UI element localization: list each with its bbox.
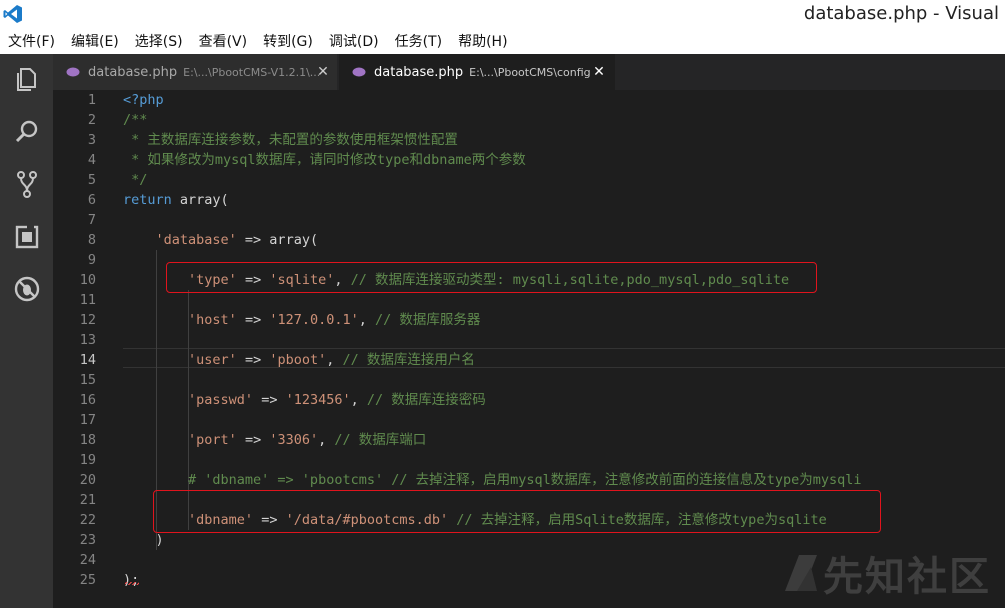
menu-tasks[interactable]: 任务(T) bbox=[387, 31, 450, 54]
line-number: 11 bbox=[79, 292, 96, 308]
code-line[interactable]: 3 * 主数据库连接参数，未配置的参数使用框架惯性配置 bbox=[53, 130, 1005, 150]
code-line[interactable]: 20 # 'dbname' => 'pbootcms' // 去掉注释，启用my… bbox=[53, 470, 1005, 490]
menu-debug[interactable]: 调试(D) bbox=[321, 31, 387, 54]
line-number: 24 bbox=[79, 552, 96, 568]
code-line[interactable]: 7 bbox=[53, 210, 1005, 230]
code-line[interactable]: 13 bbox=[53, 330, 1005, 350]
code-text: 'database' => array( bbox=[155, 232, 319, 248]
explorer-icon[interactable] bbox=[12, 64, 42, 94]
line-number: 23 bbox=[79, 532, 96, 548]
code-line[interactable]: 17 bbox=[53, 410, 1005, 430]
window-title: database.php - Visual bbox=[803, 3, 999, 24]
code-line[interactable]: 15 bbox=[53, 370, 1005, 390]
code-line[interactable]: 14 'user' => 'pboot', // 数据库连接用户名 bbox=[53, 350, 1005, 370]
code-text: * 主数据库连接参数，未配置的参数使用框架惯性配置 bbox=[123, 132, 458, 148]
php-file-icon bbox=[352, 67, 366, 77]
line-number: 21 bbox=[79, 492, 96, 508]
menu-view[interactable]: 查看(V) bbox=[191, 31, 256, 54]
code-text: # 'dbname' => 'pbootcms' // 去掉注释，启用mysql… bbox=[123, 472, 862, 488]
close-icon[interactable]: ✕ bbox=[315, 63, 331, 81]
code-line[interactable]: 5 */ bbox=[53, 170, 1005, 190]
code-text: 'host' => '127.0.0.1', // 数据库服务器 bbox=[188, 312, 481, 328]
line-number: 3 bbox=[87, 132, 96, 148]
watermark: 先知社区 bbox=[779, 544, 991, 602]
line-number: 5 bbox=[87, 172, 96, 188]
highlight-box-type bbox=[166, 262, 817, 293]
menu-go[interactable]: 转到(G) bbox=[255, 31, 321, 54]
line-number: 14 bbox=[79, 352, 96, 368]
line-number: 13 bbox=[79, 332, 96, 348]
tab-filename: database.php bbox=[374, 64, 464, 80]
code-text: */ bbox=[123, 172, 148, 188]
code-line[interactable]: 11 bbox=[53, 290, 1005, 310]
line-number: 9 bbox=[87, 252, 96, 268]
line-number: 8 bbox=[87, 232, 96, 248]
code-text: 'port' => '3306', // 数据库端口 bbox=[188, 432, 427, 448]
source-control-icon[interactable] bbox=[12, 169, 42, 199]
line-number: 19 bbox=[79, 452, 96, 468]
code-text: /** bbox=[123, 112, 148, 128]
code-line[interactable]: 4 * 如果修改为mysql数据库，请同时修改type和dbname两个参数 bbox=[53, 150, 1005, 170]
code-line[interactable]: 2 /** bbox=[53, 110, 1005, 130]
search-icon[interactable] bbox=[12, 117, 42, 147]
tab-filename: database.php bbox=[88, 64, 178, 80]
tab-path: E:\...\PbootCMS-V1.2.1\... bbox=[183, 65, 321, 79]
line-number: 18 bbox=[79, 432, 96, 448]
line-number: 10 bbox=[79, 272, 96, 288]
line-number: 17 bbox=[79, 412, 96, 428]
line-number: 2 bbox=[87, 112, 96, 128]
tab-database-php-inactive[interactable]: database.php E:\...\PbootCMS-V1.2.1\... … bbox=[53, 54, 337, 90]
code-text: ); bbox=[123, 572, 140, 588]
code-line[interactable]: 8 'database' => array( bbox=[53, 230, 1005, 250]
menu-bar: 文件(F) 编辑(E) 选择(S) 查看(V) 转到(G) 调试(D) 任务(T… bbox=[0, 31, 1005, 54]
line-number: 6 bbox=[87, 192, 96, 208]
line-number: 12 bbox=[79, 312, 96, 328]
line-number: 1 bbox=[87, 92, 96, 108]
watermark-logo-icon bbox=[785, 555, 817, 591]
code-line[interactable]: 6 return array( bbox=[53, 190, 1005, 210]
activity-bar bbox=[0, 54, 53, 608]
code-line[interactable]: 1 <?php bbox=[53, 90, 1005, 110]
line-number: 22 bbox=[79, 512, 96, 528]
code-text: ) bbox=[123, 532, 164, 548]
line-number: 16 bbox=[79, 392, 96, 408]
watermark-text: 先知社区 bbox=[823, 554, 991, 600]
php-file-icon bbox=[66, 67, 80, 77]
code-text: 'user' => 'pboot', // 数据库连接用户名 bbox=[188, 352, 475, 368]
debug-icon[interactable] bbox=[12, 274, 42, 304]
tab-database-php-active[interactable]: database.php E:\...\PbootCMS\config ✕ bbox=[339, 54, 615, 90]
menu-selection[interactable]: 选择(S) bbox=[127, 31, 191, 54]
line-number: 15 bbox=[79, 372, 96, 388]
code-line[interactable]: 12 'host' => '127.0.0.1', // 数据库服务器 bbox=[53, 310, 1005, 330]
line-number: 7 bbox=[87, 212, 96, 228]
code-text: * 如果修改为mysql数据库，请同时修改type和dbname两个参数 bbox=[123, 152, 526, 168]
menu-edit[interactable]: 编辑(E) bbox=[63, 31, 127, 54]
highlight-box-dbname bbox=[153, 490, 881, 533]
tab-bar: database.php E:\...\PbootCMS-V1.2.1\... … bbox=[53, 54, 1005, 90]
title-bar: database.php - Visual bbox=[0, 0, 1005, 32]
error-squiggle bbox=[125, 582, 139, 585]
line-number: 25 bbox=[79, 572, 96, 588]
menu-help[interactable]: 帮助(H) bbox=[450, 31, 515, 54]
code-line[interactable]: 16 'passwd' => '123456', // 数据库连接密码 bbox=[53, 390, 1005, 410]
close-icon[interactable]: ✕ bbox=[591, 63, 607, 81]
code-text: <?php bbox=[123, 92, 164, 108]
code-line[interactable]: 18 'port' => '3306', // 数据库端口 bbox=[53, 430, 1005, 450]
code-editor[interactable]: 1 <?php 2/** 3 * 主数据库连接参数，未配置的参数使用框架惯性配置 4 *… bbox=[53, 90, 1005, 608]
code-line[interactable]: 19 bbox=[53, 450, 1005, 470]
line-number: 4 bbox=[87, 152, 96, 168]
vscode-logo-icon bbox=[3, 5, 22, 23]
line-number: 20 bbox=[79, 472, 96, 488]
tab-path: E:\...\PbootCMS\config bbox=[469, 65, 591, 79]
menu-file[interactable]: 文件(F) bbox=[0, 31, 63, 54]
code-text: 'passwd' => '123456', // 数据库连接密码 bbox=[188, 392, 486, 408]
extensions-icon[interactable] bbox=[12, 222, 42, 252]
code-text: return array( bbox=[123, 192, 229, 208]
